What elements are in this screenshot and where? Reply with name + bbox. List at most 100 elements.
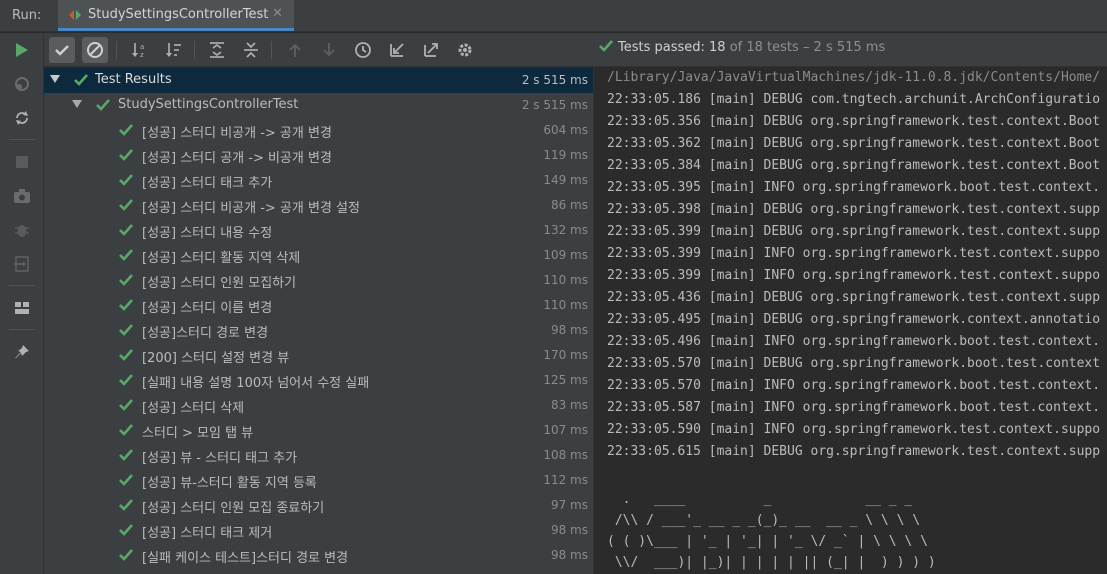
test-duration: 98 ms [550, 548, 588, 562]
tests-passed-status: Tests passed: 18 of 18 tests – 2 s 515 m… [598, 39, 885, 55]
test-duration: 108 ms [543, 448, 588, 462]
console-log-line: 22:33:05.570 [main] INFO org.springframe… [607, 378, 1101, 393]
test-results-tree: Test Results 2 s 515 ms StudySettingsCon… [44, 68, 593, 574]
collapse-all-icon[interactable] [238, 37, 264, 63]
test-name: [성공] 스터디 내용 수정 [142, 226, 273, 241]
toggle-auto-test-icon[interactable] [11, 107, 33, 129]
console-log-line: 22:33:05.399 [main] INFO org.springframe… [607, 268, 1101, 283]
test-duration: 119 ms [543, 148, 588, 162]
svg-text:z: z [140, 51, 144, 59]
settings-gear-icon[interactable] [452, 37, 478, 63]
test-name: [성공]스터디 경로 변경 [142, 326, 269, 341]
test-result-row[interactable]: [성공] 스터디 인원 모집하기 110 ms [44, 268, 593, 293]
test-result-row[interactable]: [성공] 스터디 이름 변경 110 ms [44, 293, 593, 318]
test-history-icon[interactable] [350, 37, 376, 63]
tree-node-label: StudySettingsControllerTest [118, 97, 299, 112]
test-name: [성공] 스터디 삭제 [142, 401, 245, 416]
test-duration: 604 ms [543, 123, 588, 137]
debug-bug-icon[interactable] [11, 219, 33, 241]
console-log-line: 22:33:05.590 [main] INFO org.springframe… [607, 422, 1101, 437]
expand-arrow-icon[interactable] [72, 99, 82, 109]
console-log-line: 22:33:05.399 [main] DEBUG org.springfram… [607, 224, 1101, 239]
test-result-row[interactable]: [실패 케이스 테스트]스터디 경로 변경 98 ms [44, 543, 593, 568]
test-name: [성공] 스터디 이름 변경 [142, 301, 273, 316]
check-icon [119, 249, 133, 261]
camera-icon[interactable] [11, 185, 33, 207]
check-icon [119, 474, 133, 486]
test-name: [성공] 스터디 비공개 -> 공개 변경 [142, 126, 332, 141]
test-name: [성공] 스터디 태크 추가 [142, 176, 273, 191]
check-icon [96, 99, 110, 111]
check-icon [119, 199, 133, 211]
test-result-row[interactable]: [성공]스터디 경로 변경 98 ms [44, 318, 593, 343]
test-name: 스터디 > 모임 탭 뷰 [142, 426, 254, 441]
test-duration: 110 ms [543, 298, 588, 312]
show-ignored-toggle[interactable] [82, 37, 108, 63]
console-log-line: 22:33:05.395 [main] INFO org.springframe… [607, 180, 1101, 195]
tree-node-test-results[interactable]: Test Results 2 s 515 ms [44, 68, 593, 93]
test-result-row[interactable]: [성공] 스터디 태크 제거 98 ms [44, 518, 593, 543]
test-duration: 170 ms [543, 348, 588, 362]
previous-failed-icon[interactable] [282, 37, 308, 63]
test-result-row[interactable]: [성공] 스터디 내용 수정 132 ms [44, 218, 593, 243]
check-icon [119, 399, 133, 411]
console-log-line: 22:33:05.496 [main] INFO org.springframe… [607, 334, 1101, 349]
check-icon [74, 74, 88, 86]
left-tool-strip [0, 33, 44, 574]
test-result-row[interactable]: [성공] 스터디 공개 -> 비공개 변경 119 ms [44, 143, 593, 168]
tree-node-suite[interactable]: StudySettingsControllerTest 2 s 515 ms [44, 93, 593, 118]
spring-banner-line: /\\ / ___'_ __ _ _(_)_ __ __ _ \ \ \ \ [607, 513, 921, 528]
test-name: [실패 케이스 테스트]스터디 경로 변경 [142, 551, 349, 566]
expand-arrow-icon[interactable] [50, 74, 60, 84]
test-result-row[interactable]: 스터디 > 모임 탭 뷰 107 ms [44, 418, 593, 443]
test-result-row[interactable]: [성공] 스터디 삭제 83 ms [44, 393, 593, 418]
console-log-line: 22:33:05.398 [main] DEBUG org.springfram… [607, 202, 1101, 217]
check-icon [119, 499, 133, 511]
exit-icon[interactable] [11, 253, 33, 275]
console-log-line: 22:33:05.495 [main] DEBUG org.springfram… [607, 312, 1101, 327]
close-icon[interactable]: ✕ [272, 6, 283, 21]
svg-text:a: a [140, 43, 144, 51]
expand-all-icon[interactable] [204, 37, 230, 63]
test-name: [성공] 스터디 태크 제거 [142, 526, 273, 541]
console-log-line: 22:33:05.362 [main] DEBUG org.springfram… [607, 136, 1101, 151]
test-result-row[interactable]: [성공] 스터디 비공개 -> 공개 변경 604 ms [44, 118, 593, 143]
pin-icon[interactable] [11, 341, 33, 363]
test-name: [실패] 내용 설명 100자 넘어서 수정 실패 [142, 376, 370, 391]
import-tests-icon[interactable] [384, 37, 410, 63]
test-result-row[interactable]: [실패] 내용 설명 100자 넘어서 수정 실패 125 ms [44, 368, 593, 393]
layout-icon[interactable] [11, 297, 33, 319]
console-log-line: 22:33:05.186 [main] DEBUG com.tngtech.ar… [607, 92, 1101, 107]
test-duration: 149 ms [543, 173, 588, 187]
export-tests-icon[interactable] [418, 37, 444, 63]
ignored-icon [87, 42, 103, 58]
check-icon [119, 349, 133, 361]
sort-by-duration-icon[interactable] [161, 37, 187, 63]
show-passed-toggle[interactable] [49, 37, 75, 63]
test-result-row[interactable]: [성공] 스터디 비공개 -> 공개 변경 설정 86 ms [44, 193, 593, 218]
stop-icon[interactable] [11, 151, 33, 173]
test-result-row[interactable]: [성공] 스터디 태크 추가 149 ms [44, 168, 593, 193]
tree-node-label: Test Results [95, 72, 172, 87]
test-duration: 98 ms [550, 323, 588, 337]
test-duration: 86 ms [550, 198, 588, 212]
test-result-row[interactable]: [성공] 뷰-스터디 활동 지역 등록 112 ms [44, 468, 593, 493]
test-name: [성공] 스터디 인원 모집 종료하기 [142, 501, 325, 516]
check-icon [119, 274, 133, 286]
test-result-row[interactable]: [200] 스터디 설정 변경 뷰 170 ms [44, 343, 593, 368]
test-name: [성공] 스터디 공개 -> 비공개 변경 [142, 151, 332, 166]
test-name: [성공] 스터디 비공개 -> 공개 변경 설정 [142, 201, 360, 216]
rerun-failed-icon[interactable] [11, 73, 33, 95]
test-duration: 98 ms [550, 523, 588, 537]
next-failed-icon[interactable] [316, 37, 342, 63]
test-result-row[interactable]: [성공] 스터디 인원 모집 종료하기 97 ms [44, 493, 593, 518]
console-output[interactable]: /Library/Java/JavaVirtualMachines/jdk-11… [594, 68, 1107, 574]
rerun-icon[interactable] [11, 39, 33, 61]
spring-banner-line: ( ( )\___ | '_ | '_| | '_ \/ _` | \ \ \ … [607, 534, 928, 549]
sort-alphabetically-icon[interactable]: az [127, 37, 153, 63]
run-label: Run: [12, 8, 42, 23]
tab-study-settings-controller-test[interactable]: StudySettingsControllerTest ✕ [58, 0, 294, 31]
test-result-row[interactable]: [성공] 스터디 활동 지역 삭제 109 ms [44, 243, 593, 268]
test-result-row[interactable]: [성공] 뷰 - 스터디 태그 추가 108 ms [44, 443, 593, 468]
check-icon [119, 549, 133, 561]
